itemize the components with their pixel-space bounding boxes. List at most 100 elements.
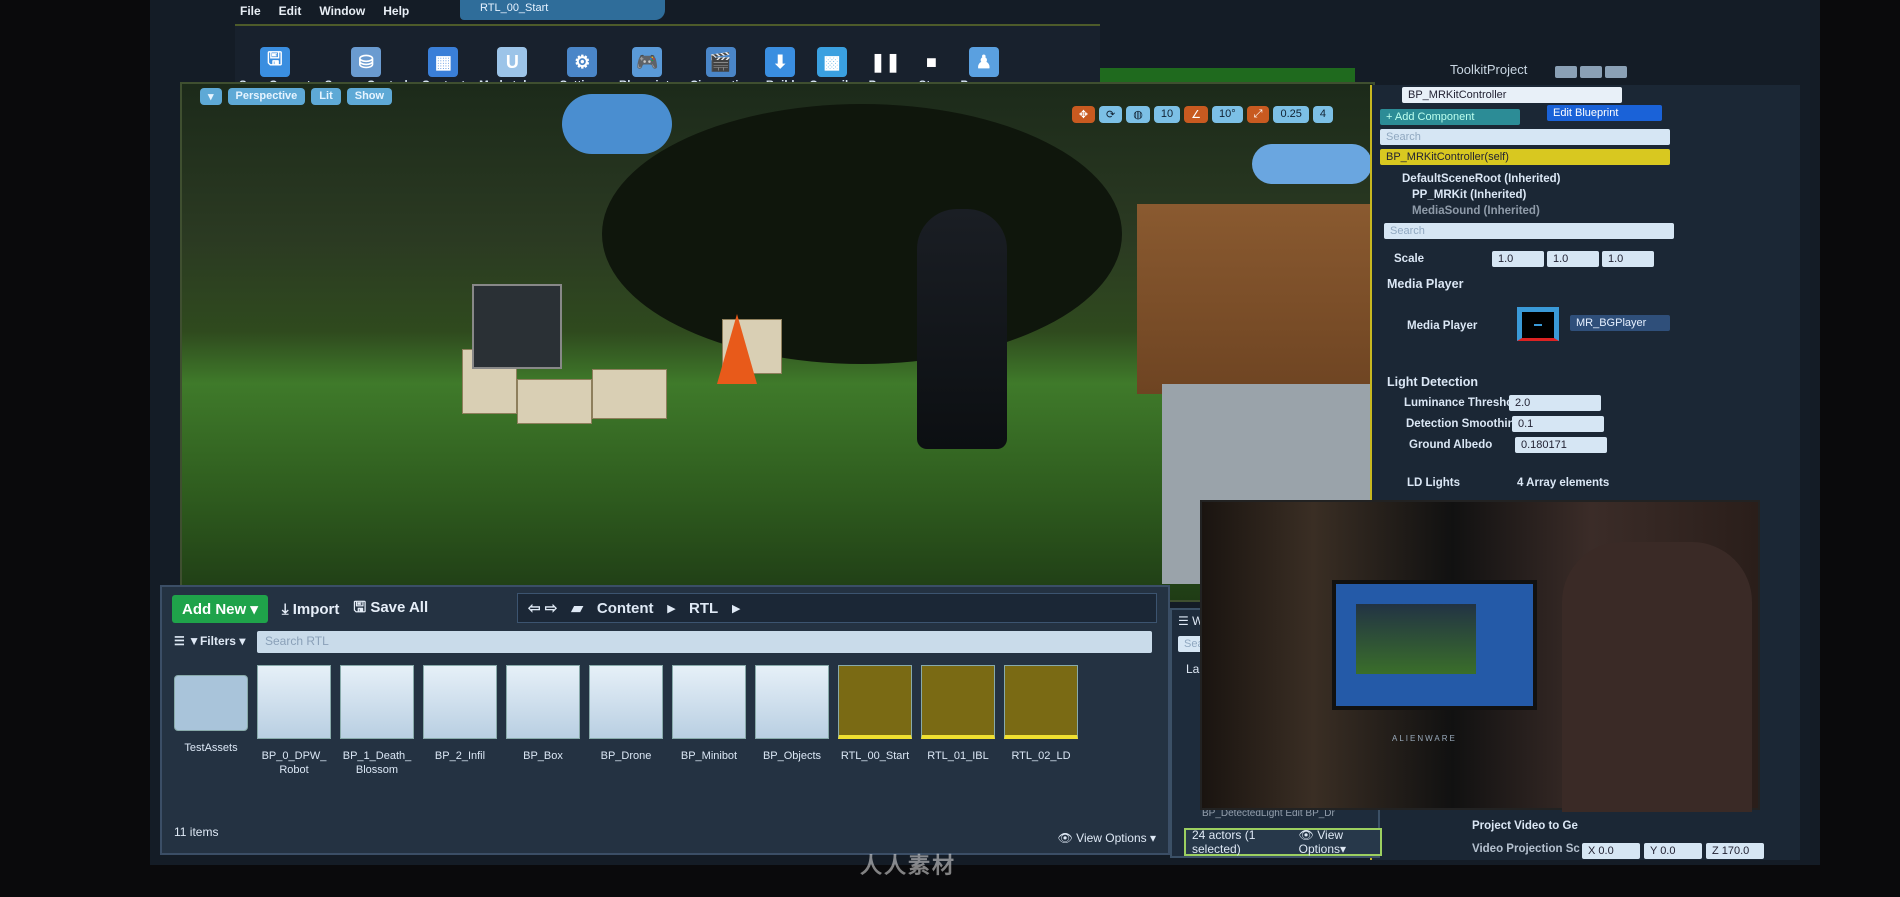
lit-button[interactable]: Lit xyxy=(311,88,341,105)
scale-snap-button[interactable]: 0.25 xyxy=(1273,106,1309,123)
camera-speed-button[interactable]: 4 xyxy=(1312,106,1333,123)
blueprint-thumbnail xyxy=(672,665,746,739)
video-projection-x[interactable]: X 0.0 xyxy=(1582,843,1640,859)
save-all-button[interactable]: 🖫 Save All xyxy=(353,597,428,622)
stop-icon: ■ xyxy=(926,51,937,72)
soldier-character xyxy=(917,209,1007,449)
asset-tile[interactable]: TestAssets xyxy=(174,665,248,777)
smoothing-label: Detection Smoothin xyxy=(1406,418,1515,430)
ld-lights-value: 4 Array elements xyxy=(1517,477,1610,489)
media-player-dropdown[interactable]: MR_BGPlayer xyxy=(1570,315,1670,331)
scale-y[interactable]: 1.0 xyxy=(1547,251,1599,267)
breadcrumb: ⇦ ⇨ ▰ Content ▸ RTL ▸ xyxy=(517,593,1157,623)
asset-name: BP_1_Death_ Blossom xyxy=(342,750,412,776)
menu-bar: File Edit Window Help xyxy=(240,4,409,18)
scale-z[interactable]: 1.0 xyxy=(1602,251,1654,267)
scale-x[interactable]: 1.0 xyxy=(1492,251,1544,267)
back-forward-icon[interactable]: ⇦ ⇨ xyxy=(528,599,557,617)
chevron-right-icon[interactable]: ▸ xyxy=(732,599,740,617)
build-icon: ⬇ xyxy=(765,47,796,77)
albedo-label: Ground Albedo xyxy=(1409,439,1493,451)
edit-blueprint-button[interactable]: Edit Blueprint xyxy=(1547,105,1662,121)
asset-tile[interactable]: BP_0_DPW_ Robot xyxy=(257,665,331,777)
translate-icon[interactable]: ✥ xyxy=(1071,106,1096,123)
asset-tile[interactable]: BP_1_Death_ Blossom xyxy=(340,665,414,777)
asset-tile[interactable]: RTL_00_Start xyxy=(838,665,912,777)
rotation-snap-button[interactable]: 10° xyxy=(1212,106,1243,123)
document-tab[interactable]: RTL_00_Start xyxy=(460,0,665,20)
asset-name: RTL_02_LD xyxy=(1011,750,1071,762)
asset-tile[interactable]: BP_Minibot xyxy=(672,665,746,777)
component-item[interactable]: DefaultSceneRoot (Inherited) xyxy=(1402,173,1560,185)
blueprint-thumbnail xyxy=(506,665,580,739)
menu-window[interactable]: Window xyxy=(319,4,365,18)
source-control-icon: ⛁ xyxy=(351,47,382,77)
filters-button[interactable]: ☰ ▼Filters ▾ xyxy=(174,634,245,648)
close-button[interactable] xyxy=(1605,66,1627,78)
asset-tile[interactable]: BP_Box xyxy=(506,665,580,777)
minimize-button[interactable] xyxy=(1555,66,1577,78)
breadcrumb-content[interactable]: Content xyxy=(597,600,654,617)
sky xyxy=(1252,144,1372,184)
tree xyxy=(602,104,1122,364)
laptop-brand: ALIENWARE xyxy=(1392,734,1457,743)
menu-edit[interactable]: Edit xyxy=(279,4,302,18)
luminance-field[interactable]: 2.0 xyxy=(1509,395,1601,411)
asset-name: BP_Box xyxy=(523,750,563,762)
gear-icon: ⚙ xyxy=(567,47,598,77)
asset-name: BP_Minibot xyxy=(680,750,738,762)
asset-tile[interactable]: BP_2_Infil xyxy=(423,665,497,777)
clapper-icon: 🎬 xyxy=(705,47,736,77)
asset-tile[interactable]: RTL_01_IBL xyxy=(921,665,995,777)
video-projection-y[interactable]: Y 0.0 xyxy=(1644,843,1702,859)
scale-label[interactable]: Scale xyxy=(1394,253,1424,265)
viewport-toolbar: ▾ Perspective Lit Show xyxy=(182,88,393,105)
laptop-viewport xyxy=(1356,604,1476,674)
add-new-button[interactable]: Add New ▾ xyxy=(172,595,268,623)
asset-tile[interactable]: BP_Objects xyxy=(755,665,829,777)
outliner-view-options[interactable]: 👁 View Options▾ xyxy=(1299,828,1380,856)
menu-file[interactable]: File xyxy=(240,4,261,18)
smoothing-field[interactable]: 0.1 xyxy=(1512,416,1604,432)
component-self[interactable]: BP_MRKitController(self) xyxy=(1380,149,1670,165)
viewport-menu-button[interactable]: ▾ xyxy=(200,88,222,105)
item-count: 11 items xyxy=(174,825,219,839)
scale-snap-icon[interactable]: ⤢ xyxy=(1246,106,1270,123)
breadcrumb-rtl[interactable]: RTL xyxy=(689,600,718,617)
blueprint-thumbnail xyxy=(589,665,663,739)
video-projection-z[interactable]: Z 170.0 xyxy=(1706,843,1764,859)
component-item[interactable]: PP_MRKit (Inherited) xyxy=(1412,189,1526,201)
component-item[interactable]: MediaSound (Inherited) xyxy=(1412,205,1540,217)
chevron-right-icon: ▸ xyxy=(667,600,676,617)
ld-lights-label[interactable]: LD Lights xyxy=(1407,477,1460,489)
grid-snap-button[interactable]: 10 xyxy=(1153,106,1181,123)
import-button[interactable]: ⤓ Import xyxy=(282,601,339,618)
light-detection-section[interactable]: Light Detection xyxy=(1387,375,1478,389)
asset-tile[interactable]: BP_Drone xyxy=(589,665,663,777)
albedo-field[interactable]: 0.180171 xyxy=(1515,437,1607,453)
asset-name: BP_Drone xyxy=(600,750,652,762)
asset-name: BP_0_DPW_ Robot xyxy=(261,750,327,776)
asset-search-input[interactable]: Search RTL xyxy=(257,631,1152,653)
world-icon[interactable]: ◍ xyxy=(1126,106,1150,123)
details-search[interactable]: Search xyxy=(1384,223,1674,239)
content-browser: Add New ▾ ⤓ Import 🖫 Save All ⇦ ⇨ ▰ Cont… xyxy=(160,585,1170,855)
actor-name-field[interactable]: BP_MRKitController xyxy=(1402,87,1622,103)
possess-icon: ♟ xyxy=(968,47,999,77)
level-viewport[interactable]: ▾ Perspective Lit Show ✥ ⟳ ◍ 10 ∠ 10° ⤢ … xyxy=(180,82,1375,602)
maximize-button[interactable] xyxy=(1580,66,1602,78)
rotate-icon[interactable]: ⟳ xyxy=(1099,106,1123,123)
asset-tile[interactable]: RTL_02_LD xyxy=(1004,665,1078,777)
perspective-button[interactable]: Perspective xyxy=(227,88,306,105)
show-button[interactable]: Show xyxy=(346,88,393,105)
blueprint-thumbnail xyxy=(755,665,829,739)
menu-help[interactable]: Help xyxy=(383,4,409,18)
media-player-section[interactable]: Media Player xyxy=(1387,277,1463,291)
component-search[interactable]: Search xyxy=(1380,129,1670,145)
view-options-button[interactable]: 👁 View Options ▾ xyxy=(1058,831,1156,845)
rotation-snap-icon[interactable]: ∠ xyxy=(1184,106,1208,123)
viewport-snap-toolbar: ✥ ⟳ ◍ 10 ∠ 10° ⤢ 0.25 4 xyxy=(1071,106,1333,123)
video-projection-label: Video Projection Sc xyxy=(1472,843,1580,855)
add-component-button[interactable]: + Add Component xyxy=(1380,109,1520,125)
presenter-camera-inset: ALIENWARE xyxy=(1200,500,1760,812)
